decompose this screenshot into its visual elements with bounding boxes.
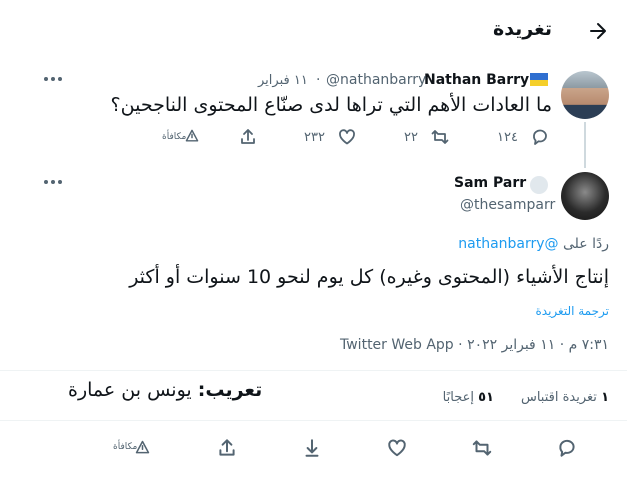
main-tweet-text: إنتاج الأشياء (المحتوى وغيره) كل يوم لنح… [129, 266, 609, 288]
date-separator: · [316, 72, 321, 88]
quote-stat[interactable]: ١ تغريدة اقتباس [521, 390, 609, 405]
main-download-icon[interactable] [301, 437, 323, 459]
sam-avatar[interactable] [561, 172, 609, 220]
main-reply-icon[interactable] [556, 437, 578, 459]
parent-tweet-date[interactable]: ١١ فبراير [258, 73, 308, 88]
back-arrow-icon[interactable] [588, 21, 608, 41]
tweet-timestamp: ٧:٣١ م · ١١ فبراير ٢٠٢٢ · Twitter Web Ap… [340, 337, 609, 353]
main-retweet-icon[interactable] [471, 437, 493, 459]
page-title: تغريدة [492, 18, 552, 40]
translate-tweet-link[interactable]: ترجمة التغريدة [535, 304, 609, 318]
parent-more-icon[interactable] [44, 77, 66, 83]
nathan-avatar[interactable] [561, 71, 609, 119]
quote-label: تغريدة اقتباس [520, 390, 597, 405]
flag-icon [530, 73, 548, 86]
replying-to-handle[interactable]: @nathanbarry [458, 236, 558, 252]
translator-name: يونس بن عمارة [68, 379, 192, 401]
like-icon[interactable] [337, 127, 357, 147]
share-icon[interactable] [238, 127, 258, 147]
reward-icon[interactable] [184, 128, 200, 144]
reward-label[interactable]: مكافأة [162, 132, 186, 142]
divider-top [0, 370, 627, 371]
nathan-handle[interactable]: @nathanbarry [326, 72, 426, 88]
divider-bottom [0, 420, 627, 421]
replying-to-prefix: ردًا على [563, 236, 609, 252]
translator-label: تعريب: [197, 379, 263, 401]
main-reward-label[interactable]: مكافأة [113, 442, 137, 452]
reply-icon[interactable] [530, 127, 550, 147]
reply-count: ١٢٤ [497, 130, 518, 145]
quote-count: ١ [601, 390, 609, 405]
replying-to: ردًا على @nathanbarry [458, 236, 609, 252]
like-stat[interactable]: ٥١ إعجابًا [443, 390, 494, 405]
retweet-icon[interactable] [430, 127, 450, 147]
main-like-icon[interactable] [386, 437, 408, 459]
retweet-count: ٢٢ [404, 130, 418, 145]
main-more-icon[interactable] [44, 180, 66, 186]
like-stat-count: ٥١ [478, 390, 494, 405]
thread-line [584, 122, 586, 168]
parent-tweet-text: ما العادات الأهم التي تراها لدى صنّاع ال… [110, 94, 552, 116]
main-share-icon[interactable] [216, 437, 238, 459]
translator-credit: تعريب: يونس بن عمارة [68, 379, 262, 401]
like-count: ٢٣٢ [304, 130, 325, 145]
sam-handle[interactable]: @thesamparr [460, 197, 555, 213]
nathan-display-name[interactable]: Nathan Barry [424, 72, 529, 88]
like-stat-label: إعجابًا [442, 390, 474, 405]
placeholder-badge-icon [530, 176, 548, 194]
sam-display-name[interactable]: Sam Parr [454, 175, 526, 191]
